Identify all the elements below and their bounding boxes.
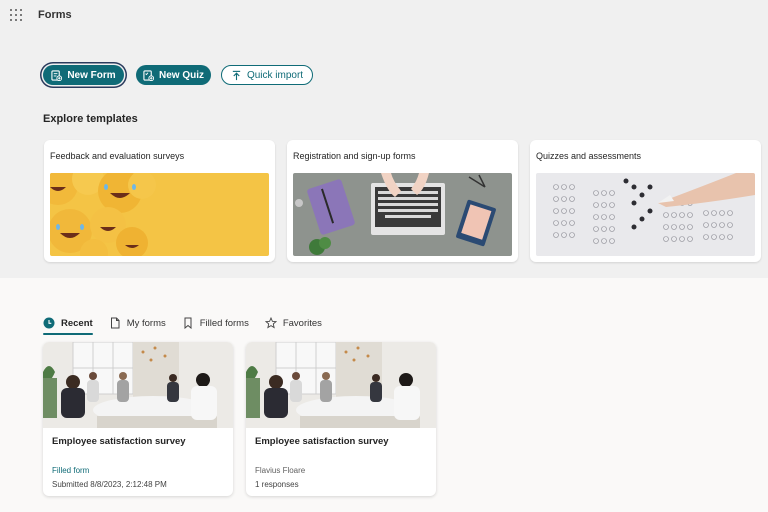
form-title: Employee satisfaction survey bbox=[52, 436, 186, 447]
new-quiz-icon bbox=[143, 69, 154, 81]
app-launcher-icon[interactable] bbox=[10, 9, 22, 21]
template-card-registration[interactable]: Registration and sign-up forms bbox=[287, 140, 518, 262]
new-form-icon bbox=[51, 69, 63, 81]
form-card-image bbox=[246, 342, 436, 428]
app-title[interactable]: Forms bbox=[38, 9, 72, 21]
upload-icon bbox=[232, 70, 241, 80]
template-image-answer-sheet bbox=[536, 173, 755, 256]
hero-area: Forms New Form New Quiz Quick import Exp… bbox=[0, 0, 768, 278]
quick-import-label: Quick import bbox=[246, 69, 304, 81]
template-image-laptop bbox=[293, 173, 512, 256]
template-label: Quizzes and assessments bbox=[536, 151, 642, 161]
explore-templates-heading: Explore templates bbox=[43, 113, 138, 125]
tab-filled-forms[interactable]: Filled forms bbox=[182, 313, 249, 333]
bookmark-icon bbox=[184, 317, 192, 329]
tab-label: My forms bbox=[126, 317, 166, 329]
form-meta: 1 responses bbox=[255, 480, 299, 489]
template-card-feedback[interactable]: Feedback and evaluation surveys bbox=[44, 140, 275, 262]
form-status: Filled form bbox=[52, 466, 90, 475]
clock-icon bbox=[43, 317, 55, 329]
form-owner: Flavius Floare bbox=[255, 466, 306, 475]
new-form-button[interactable]: New Form bbox=[43, 65, 124, 85]
template-label: Feedback and evaluation surveys bbox=[50, 151, 185, 161]
tab-my-forms[interactable]: My forms bbox=[109, 313, 166, 333]
template-image-emoji bbox=[50, 173, 269, 256]
quick-import-button[interactable]: Quick import bbox=[221, 65, 313, 85]
form-meta: Submitted 8/8/2023, 2:12:48 PM bbox=[52, 480, 167, 489]
template-label: Registration and sign-up forms bbox=[293, 151, 416, 161]
form-card[interactable]: Employee satisfaction survey Filled form… bbox=[43, 342, 233, 496]
star-icon bbox=[264, 317, 277, 329]
tab-label: Favorites bbox=[282, 317, 322, 329]
form-card-image bbox=[43, 342, 233, 428]
tab-favorites[interactable]: Favorites bbox=[264, 313, 322, 333]
forms-tabs: Recent My forms Filled forms Favorites bbox=[43, 313, 322, 335]
template-card-quizzes[interactable]: Quizzes and assessments bbox=[530, 140, 761, 262]
new-quiz-label: New Quiz bbox=[158, 69, 204, 81]
new-form-label: New Form bbox=[67, 69, 116, 81]
tab-label: Filled forms bbox=[199, 317, 249, 329]
new-quiz-button[interactable]: New Quiz bbox=[136, 65, 211, 85]
form-title: Employee satisfaction survey bbox=[255, 436, 389, 447]
document-icon bbox=[110, 317, 120, 329]
form-card[interactable]: Employee satisfaction survey Flavius Flo… bbox=[246, 342, 436, 496]
tab-label: Recent bbox=[61, 317, 93, 329]
tab-recent[interactable]: Recent bbox=[43, 313, 93, 335]
